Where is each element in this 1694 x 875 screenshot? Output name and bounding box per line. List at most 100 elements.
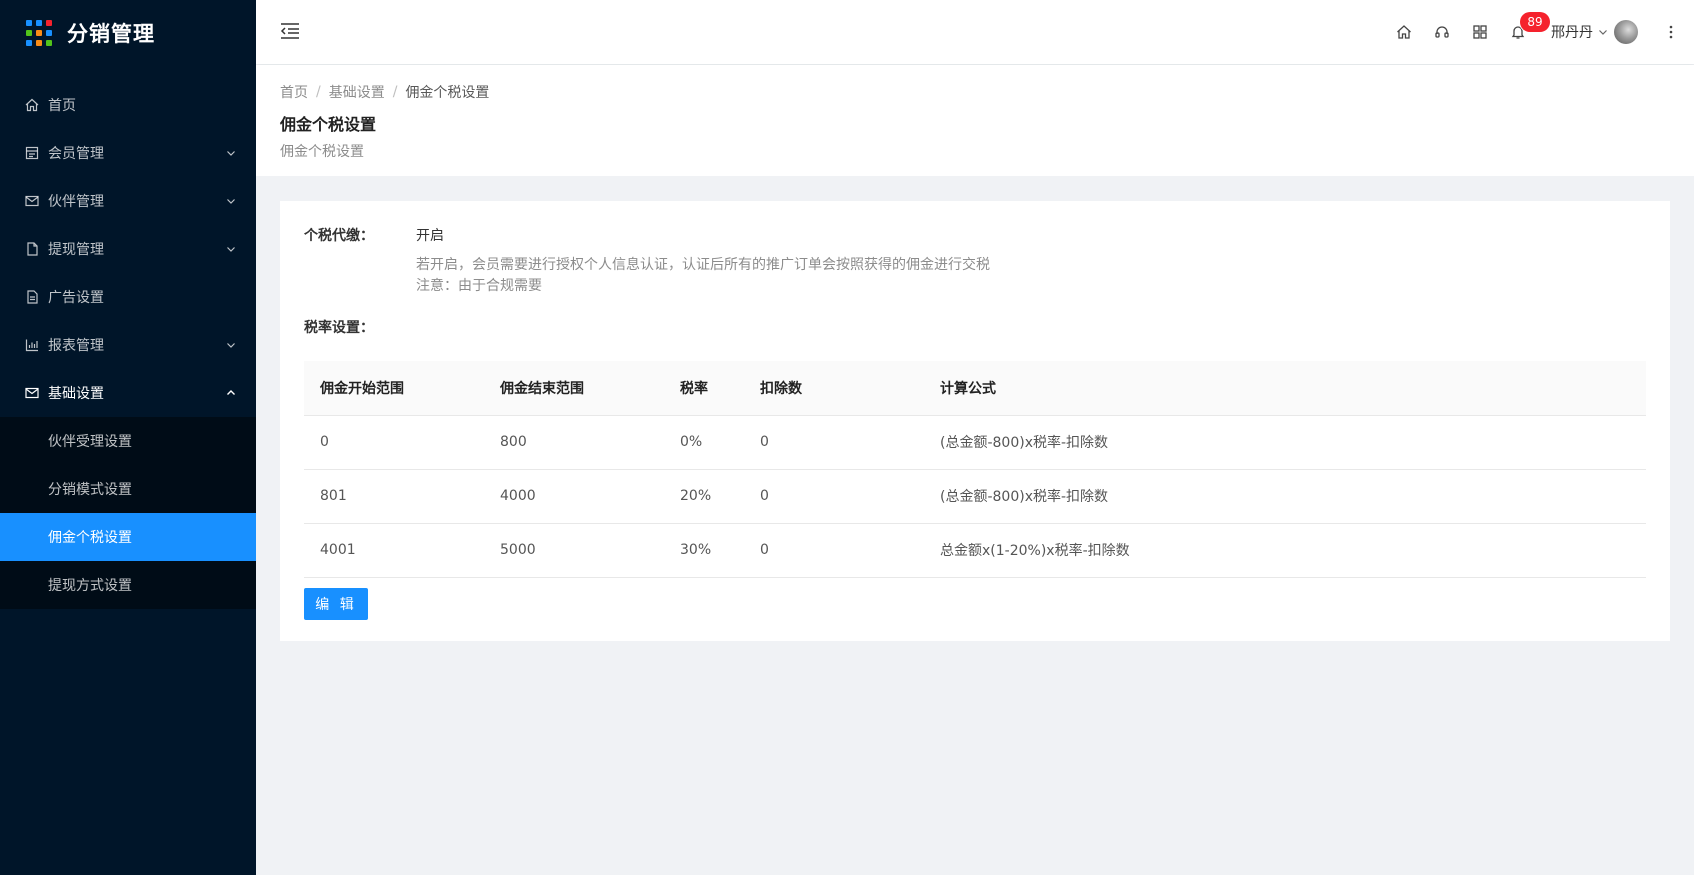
sidebar-item-basic-settings[interactable]: 基础设置 [0, 369, 256, 417]
logo-dot [26, 20, 32, 26]
logo-dot [36, 30, 42, 36]
logo-dot [46, 30, 52, 36]
breadcrumb: 首页 / 基础设置 / 佣金个税设置 [280, 81, 1670, 103]
breadcrumb-basic-settings[interactable]: 基础设置 [329, 82, 385, 102]
sidebar: 分销管理 首页 会员管理 伙伴管理 提现管理 广告设置 报表管理 基础设置 伙伴… [0, 0, 256, 875]
breadcrumb-current: 佣金个税设置 [405, 85, 490, 101]
mail-icon [24, 385, 40, 401]
top-header: 89 邢丹丹 [256, 0, 1694, 64]
headset-icon[interactable] [1423, 0, 1461, 64]
table-cell: 0 [304, 415, 484, 470]
help-text-line: 注意：由于合规需要 [416, 278, 542, 294]
member-icon [24, 145, 40, 161]
sidebar-item-partners[interactable]: 伙伴管理 [0, 177, 256, 225]
submenu-item-commission-tax[interactable]: 佣金个税设置 [0, 513, 256, 561]
sidebar-item-label: 首页 [48, 98, 76, 114]
table-cell: 总金额x(1-20%)x税率-扣除数 [924, 523, 1646, 578]
sidebar-menu: 首页 会员管理 伙伴管理 提现管理 广告设置 报表管理 基础设置 伙伴受理设置 … [0, 81, 256, 609]
app-title: 分销管理 [67, 22, 155, 46]
submenu-basic-settings: 伙伴受理设置 分销模式设置 佣金个税设置 提现方式设置 [0, 417, 256, 609]
user-name: 邢丹丹 [1551, 25, 1593, 41]
breadcrumb-separator: / [392, 84, 398, 100]
column-header: 税率 [664, 361, 744, 416]
sidebar-item-reports[interactable]: 报表管理 [0, 321, 256, 369]
breadcrumb-home[interactable]: 首页 [280, 82, 308, 102]
table-row: 801 4000 20% 0 (总金额-800)x税率-扣除数 [304, 469, 1646, 524]
sidebar-item-members[interactable]: 会员管理 [0, 129, 256, 177]
file-icon [24, 241, 40, 257]
more-vertical-icon[interactable] [1656, 0, 1686, 64]
table-cell: 20% [664, 469, 744, 524]
table-row: 0 800 0% 0 (总金额-800)x税率-扣除数 [304, 415, 1646, 470]
sidebar-item-ads[interactable]: 广告设置 [0, 273, 256, 321]
chevron-down-icon [1599, 30, 1607, 35]
tax-rate-table: 佣金开始范围 佣金结束范围 税率 扣除数 计算公式 0 800 0% 0 (总金… [304, 361, 1646, 578]
apps-logo-icon [26, 20, 52, 46]
tax-withholding-row: 个税代缴： 开启 [304, 225, 1646, 247]
chevron-down-icon [227, 247, 235, 252]
table-cell: (总金额-800)x税率-扣除数 [924, 415, 1646, 470]
table-cell: 0 [744, 415, 924, 470]
chevron-down-icon [227, 343, 235, 348]
appstore-icon[interactable] [1461, 0, 1499, 64]
home-icon [24, 97, 40, 113]
page-title: 佣金个税设置 [280, 115, 377, 134]
breadcrumb-separator: / [316, 84, 321, 100]
column-header: 佣金结束范围 [484, 361, 664, 416]
chevron-down-icon [227, 199, 235, 204]
logo-dot [46, 20, 52, 26]
notification-bell[interactable]: 89 [1499, 0, 1550, 64]
notification-badge: 89 [1520, 12, 1550, 32]
table-row: 4001 5000 30% 0 总金额x(1-20%)x税率-扣除数 [304, 523, 1646, 578]
logo-dot [26, 30, 32, 36]
table-cell: 30% [664, 523, 744, 578]
sidebar-item-label: 提现管理 [48, 242, 104, 258]
settings-card: 个税代缴： 开启 若开启，会员需要进行授权个人信息认证，认证后所有的推广订单会按… [280, 201, 1670, 641]
user-menu[interactable]: 邢丹丹 [1551, 20, 1638, 44]
logo-dot [46, 40, 52, 46]
table-cell: 800 [484, 415, 664, 470]
table-cell: 4001 [304, 523, 484, 578]
table-header-row: 佣金开始范围 佣金结束范围 税率 扣除数 计算公式 [304, 361, 1646, 416]
tax-withholding-help: 若开启，会员需要进行授权个人信息认证，认证后所有的推广订单会按照获得的佣金进行交… [416, 255, 1646, 297]
help-text-line: 若开启，会员需要进行授权个人信息认证，认证后所有的推广订单会按照获得的佣金进行交… [416, 257, 990, 273]
chevron-up-icon [227, 390, 235, 395]
logo-dot [36, 20, 42, 26]
tax-rate-label: 税率设置： [304, 320, 374, 336]
menu-fold-icon[interactable] [280, 22, 302, 42]
mail-icon [24, 193, 40, 209]
table-cell: 801 [304, 469, 484, 524]
sidebar-item-withdrawals[interactable]: 提现管理 [0, 225, 256, 273]
page-description: 佣金个税设置 [280, 144, 364, 160]
home-icon[interactable] [1385, 0, 1423, 64]
table-cell: 0 [744, 523, 924, 578]
logo[interactable]: 分销管理 [0, 0, 256, 66]
tax-withholding-label: 个税代缴： [304, 228, 374, 244]
sidebar-item-label: 伙伴管理 [48, 194, 104, 210]
edit-button[interactable]: 编 辑 [304, 587, 368, 620]
sidebar-item-label: 会员管理 [48, 146, 104, 162]
table-cell: 0% [664, 415, 744, 470]
sidebar-item-label: 基础设置 [48, 386, 104, 402]
table-cell: 0 [744, 469, 924, 524]
header-actions: 89 邢丹丹 [1385, 0, 1694, 64]
chevron-down-icon [227, 151, 235, 156]
sidebar-item-label: 报表管理 [48, 338, 104, 354]
logo-dot [26, 40, 32, 46]
sidebar-item-home[interactable]: 首页 [0, 81, 256, 129]
submenu-item-partner-acceptance[interactable]: 伙伴受理设置 [0, 417, 256, 465]
avatar [1614, 20, 1638, 44]
tax-withholding-value: 开启 [416, 228, 444, 244]
page-header: 首页 / 基础设置 / 佣金个税设置 佣金个税设置 佣金个税设置 [256, 65, 1694, 176]
column-header: 佣金开始范围 [304, 361, 484, 416]
table-cell: (总金额-800)x税率-扣除数 [924, 469, 1646, 524]
logo-dot [36, 40, 42, 46]
submenu-item-withdrawal-methods[interactable]: 提现方式设置 [0, 561, 256, 609]
column-header: 计算公式 [924, 361, 1646, 416]
bar-chart-icon [24, 337, 40, 353]
table-cell: 5000 [484, 523, 664, 578]
sidebar-item-label: 广告设置 [48, 290, 104, 306]
column-header: 扣除数 [744, 361, 924, 416]
submenu-item-distribution-mode[interactable]: 分销模式设置 [0, 465, 256, 513]
file-text-icon [24, 289, 40, 305]
